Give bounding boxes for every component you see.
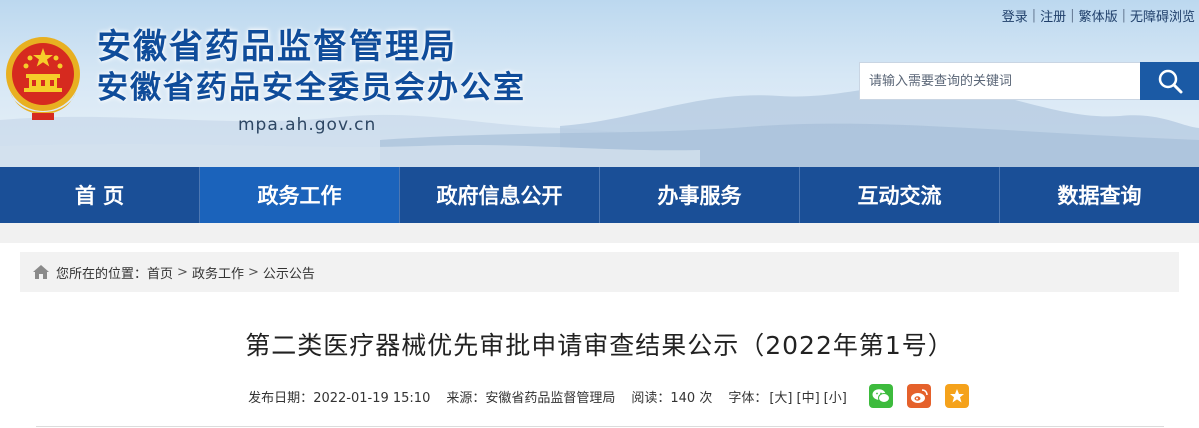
article-meta: 发布日期：2022-01-19 15:10 来源：安徽省药品监督管理局 阅读：1… <box>0 384 1199 408</box>
breadcrumb-announcements[interactable]: 公示公告 <box>263 263 315 282</box>
publish-date-label: 发布日期： <box>248 390 314 406</box>
national-emblem-icon <box>6 37 80 120</box>
font-size-label: 字体： <box>728 390 768 406</box>
top-links: 登录 | 注册 | 繁体版 | 无障碍浏览 <box>998 6 1199 25</box>
breadcrumb-prefix: 您所在的位置： <box>56 266 148 282</box>
site-title: 安徽省药品监督管理局 安徽省药品安全委员会办公室 <box>97 30 526 104</box>
breadcrumb: 您所在的位置： 首页 > 政务工作 > 公示公告 <box>20 252 1179 292</box>
favorite-icon[interactable] <box>944 384 969 408</box>
publish-date: 发布日期：2022-01-19 15:10 <box>248 387 430 406</box>
login-link[interactable]: 登录 <box>998 6 1032 25</box>
nav-item-data-query[interactable]: 数据查询 <box>1000 167 1199 223</box>
site-header: 登录 | 注册 | 繁体版 | 无障碍浏览 安徽省药品监督管理局 安徽省药品安全… <box>0 0 1199 167</box>
font-size-medium[interactable]: [中] <box>797 391 820 406</box>
breadcrumb-government-affairs[interactable]: 政务工作 <box>192 263 244 282</box>
weibo-icon[interactable] <box>906 384 931 408</box>
read-count: 阅读：140 次 <box>631 387 712 406</box>
nav-item-government-affairs[interactable]: 政务工作 <box>200 167 400 223</box>
read-count-label: 阅读： <box>631 390 671 406</box>
accessibility-link[interactable]: 无障碍浏览 <box>1126 6 1199 25</box>
font-size-small[interactable]: [小] <box>824 391 847 406</box>
site-domain: mpa.ah.gov.cn <box>238 115 377 135</box>
source-label: 来源： <box>446 390 486 406</box>
nav-item-interaction[interactable]: 互动交流 <box>800 167 1000 223</box>
nav-spacer <box>0 223 1199 243</box>
home-icon <box>32 264 50 280</box>
share-buttons <box>868 384 969 408</box>
publish-date-value: 2022-01-19 15:10 <box>313 390 431 406</box>
traditional-chinese-link[interactable]: 繁体版 <box>1075 6 1122 25</box>
nav-item-home[interactable]: 首 页 <box>0 167 200 223</box>
article-source: 来源：安徽省药品监督管理局 <box>446 387 615 406</box>
search-input[interactable] <box>859 62 1140 100</box>
main-nav: 首 页 政务工作 政府信息公开 办事服务 互动交流 数据查询 <box>0 167 1199 223</box>
breadcrumb-home[interactable]: 首页 <box>147 263 173 282</box>
font-size-controls: 字体： [大] [中] [小] <box>728 387 848 406</box>
wechat-icon[interactable] <box>868 384 893 408</box>
content-divider <box>36 426 1164 427</box>
search-icon <box>1158 69 1182 94</box>
nav-item-services[interactable]: 办事服务 <box>600 167 800 223</box>
register-link[interactable]: 注册 <box>1036 6 1070 25</box>
font-size-large[interactable]: [大] <box>769 391 792 406</box>
read-count-value: 140 次 <box>670 390 713 406</box>
source-value: 安徽省药品监督管理局 <box>485 390 616 406</box>
search-button[interactable] <box>1140 62 1199 100</box>
nav-item-information-disclosure[interactable]: 政府信息公开 <box>400 167 600 223</box>
breadcrumb-separator: > <box>177 264 188 280</box>
breadcrumb-separator: > <box>247 264 259 280</box>
search-bar <box>859 62 1199 100</box>
breadcrumb-wrap: 您所在的位置： 首页 > 政务工作 > 公示公告 <box>0 252 1199 292</box>
site-title-sub: 安徽省药品安全委员会办公室 <box>97 70 526 106</box>
site-title-main: 安徽省药品监督管理局 <box>97 27 457 67</box>
article-title: 第二类医疗器械优先审批申请审查结果公示（2022年第1号） <box>245 331 954 360</box>
